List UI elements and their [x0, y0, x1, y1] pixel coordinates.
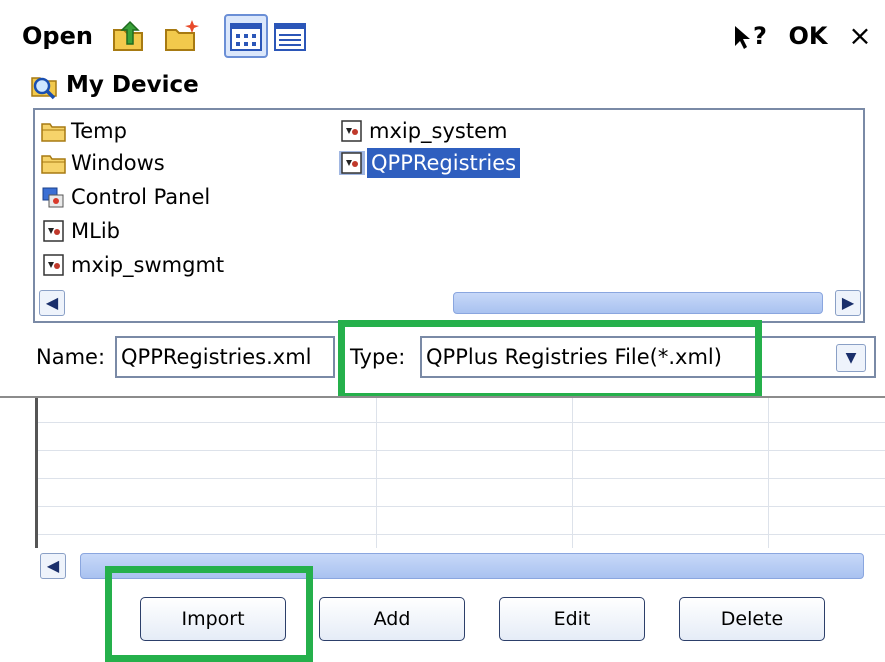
app-file-icon: [341, 120, 362, 142]
list-item-label: QPPRegistries: [367, 148, 521, 178]
type-highlight-box: [338, 320, 762, 400]
list-item[interactable]: Temp: [37, 116, 317, 146]
app-file-icon: [339, 151, 365, 175]
add-button[interactable]: Add: [319, 597, 465, 641]
list-view-icon: [230, 23, 262, 51]
list-item[interactable]: Control Panel: [37, 182, 317, 212]
up-folder-icon: [113, 20, 143, 51]
chevron-down-icon[interactable]: ▼: [836, 344, 866, 372]
help-label: ?: [753, 22, 767, 50]
list-view-button[interactable]: [224, 14, 268, 58]
list-item-label: mxip_system: [369, 119, 508, 143]
horizontal-scrollbar-thumb[interactable]: [453, 292, 823, 314]
pointer-icon: [735, 26, 751, 49]
scroll-left-button[interactable]: ◀: [39, 290, 65, 316]
list-item-label: Windows: [71, 151, 165, 175]
name-field[interactable]: QPPRegistries.xml: [115, 336, 335, 378]
list-item[interactable]: mxip_system: [335, 116, 615, 146]
list-item-label: Temp: [71, 119, 127, 143]
registry-grid: [35, 398, 885, 548]
list-item[interactable]: MLib: [37, 216, 317, 246]
dialog-toolbar: Open ? OK ×: [0, 0, 885, 68]
details-view-icon: [274, 23, 306, 51]
delete-button[interactable]: Delete: [679, 597, 825, 641]
up-folder-button[interactable]: [106, 14, 150, 58]
import-highlight-box: [105, 566, 313, 662]
file-list: Temp Windows Control Panel MLib mxip_swm…: [33, 108, 865, 323]
app-file-icon: [43, 220, 64, 242]
name-label: Name:: [36, 345, 106, 369]
dialog-title: Open: [22, 22, 93, 50]
folder-icon: [41, 155, 66, 174]
list-item[interactable]: Windows: [37, 148, 317, 178]
list-item-label: mxip_swmgmt: [71, 253, 225, 277]
search-folder-icon: [31, 77, 57, 100]
control-panel-icon: [42, 187, 64, 208]
scroll-right-button[interactable]: ▶: [835, 290, 861, 316]
list-item-selected[interactable]: QPPRegistries: [335, 148, 615, 178]
help-button[interactable]: ?: [726, 16, 774, 56]
list-item-label: MLib: [71, 219, 120, 243]
new-folder-icon: [165, 20, 199, 51]
location-label: My Device: [66, 72, 199, 98]
list-item[interactable]: mxip_swmgmt: [37, 250, 317, 280]
list-item-label: Control Panel: [71, 185, 211, 209]
edit-button[interactable]: Edit: [499, 597, 645, 641]
new-folder-button[interactable]: [160, 14, 204, 58]
grid-scroll-left-button[interactable]: ◀: [40, 553, 66, 579]
ok-button[interactable]: OK: [784, 16, 832, 56]
close-button[interactable]: ×: [838, 16, 882, 56]
folder-icon: [41, 123, 66, 142]
details-view-button[interactable]: [268, 14, 312, 58]
app-file-icon: [43, 254, 64, 276]
